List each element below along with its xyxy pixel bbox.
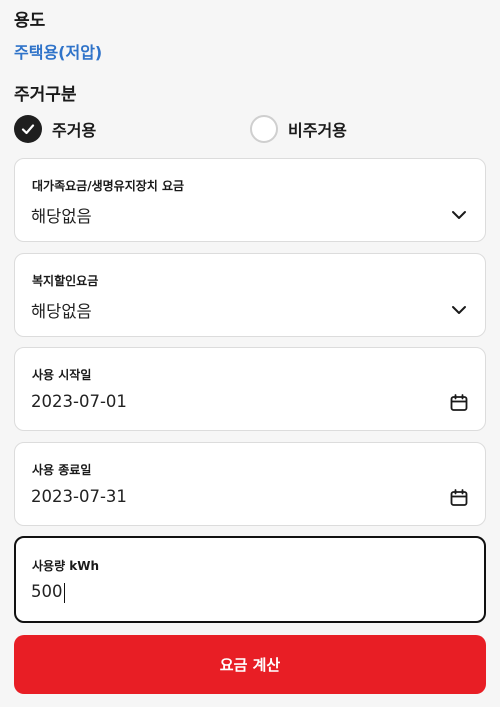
text-cursor (63, 582, 65, 603)
end-date-label: 사용 종료일 (32, 463, 92, 477)
start-date-label: 사용 시작일 (32, 368, 92, 382)
usage-label: 용도 (14, 11, 46, 31)
usage-kwh-field[interactable]: 사용량 kWh 500 (14, 536, 486, 623)
family-rate-select[interactable]: 대가족요금/생명유지장치 요금 해당없음 (14, 158, 486, 242)
usage-kwh-input[interactable]: 500 (31, 582, 65, 603)
start-date-value: 2023-07-01 (31, 392, 127, 411)
radio-non-residential[interactable]: 비주거용 (250, 115, 347, 143)
radio-residential[interactable]: 주거용 (14, 115, 96, 143)
calendar-icon[interactable] (449, 488, 469, 508)
housing-type-label: 주거구분 (14, 85, 77, 105)
end-date-value: 2023-07-31 (31, 487, 127, 506)
family-rate-label: 대가족요금/생명유지장치 요금 (32, 179, 185, 193)
welfare-discount-value: 해당없음 (31, 302, 92, 321)
family-rate-value: 해당없음 (31, 207, 92, 226)
welfare-discount-label: 복지할인요금 (32, 274, 99, 288)
radio-residential-label: 주거용 (52, 121, 97, 140)
calculate-fee-button[interactable]: 요금 계산 (14, 635, 486, 694)
radio-non-residential-label: 비주거용 (288, 121, 347, 140)
checkmark-icon[interactable] (14, 115, 42, 143)
usage-value: 주택용(저압) (14, 43, 103, 62)
chevron-down-icon[interactable] (449, 300, 469, 320)
radio-circle-icon[interactable] (250, 115, 278, 143)
calendar-icon[interactable] (449, 393, 469, 413)
start-date-field[interactable]: 사용 시작일 2023-07-01 (14, 347, 486, 431)
end-date-field[interactable]: 사용 종료일 2023-07-31 (14, 442, 486, 526)
chevron-down-icon[interactable] (449, 205, 469, 225)
usage-kwh-label: 사용량 kWh (32, 559, 100, 573)
usage-kwh-value: 500 (31, 582, 63, 601)
welfare-discount-select[interactable]: 복지할인요금 해당없음 (14, 253, 486, 337)
